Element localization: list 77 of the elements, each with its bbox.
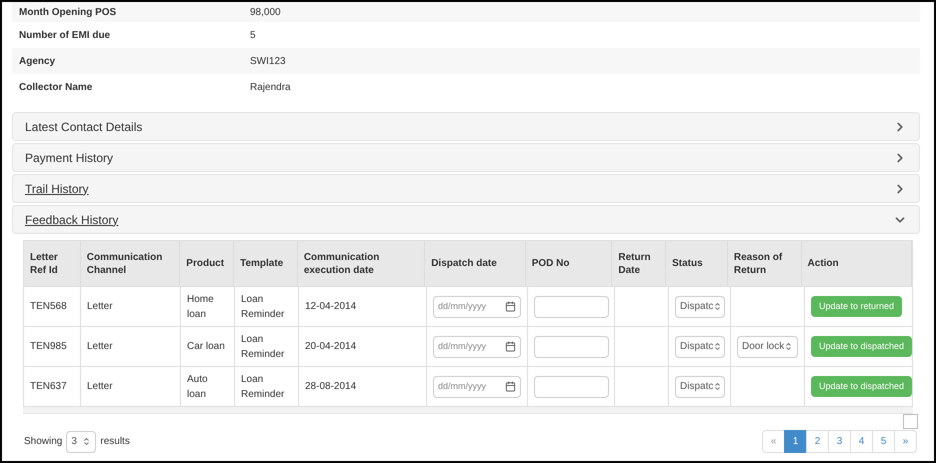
page-link[interactable]: 2	[806, 430, 829, 453]
table-cell-text: Loan Reminder	[241, 332, 286, 362]
panel-title: Latest Contact Details	[25, 118, 142, 136]
detail-value: Rajendra	[250, 80, 291, 94]
accordion-header[interactable]: Feedback History	[12, 205, 920, 234]
table-cell-text: Letter	[87, 380, 113, 394]
column-header: Template	[240, 257, 284, 270]
accordion-header[interactable]: Latest Contact Details	[12, 112, 920, 141]
detail-value: SWI123	[250, 54, 286, 68]
date-placeholder: dd/mm/yyyy	[438, 340, 486, 353]
column-header: Dispatch date	[431, 257, 497, 270]
date-field[interactable]: dd/mm/yyyy	[433, 376, 521, 398]
resize-handle-icon[interactable]	[903, 414, 918, 429]
table-cell-text: TEN985	[30, 340, 67, 354]
table-cell-text: Auto loan	[187, 372, 209, 402]
column-header: Action	[808, 257, 839, 270]
detail-label: Number of EMI due	[18, 28, 112, 42]
update-button[interactable]: Update to dispatched	[811, 376, 912, 397]
next-page-link[interactable]: »	[894, 430, 917, 453]
calendar-icon	[505, 381, 516, 392]
up-down-icon	[713, 382, 722, 391]
page-size-select[interactable]: 3	[66, 430, 96, 452]
table-cell-text: Home loan	[187, 292, 215, 322]
column-header: Communication Channel	[86, 250, 164, 276]
detail-label: Month Opening POS	[18, 6, 118, 20]
reason-select[interactable]: Door lock	[737, 336, 798, 358]
panel-title: Feedback History	[25, 212, 118, 228]
panel-title: Payment History	[25, 150, 114, 166]
calendar-icon	[505, 341, 516, 352]
column-header: Product	[186, 257, 224, 270]
table-cell-text: 20-04-2014	[305, 340, 356, 354]
column-header: Letter Ref Id	[30, 250, 59, 276]
table-cell-text: TEN637	[30, 380, 67, 394]
detail-value: 98,000	[250, 6, 281, 20]
table-cell-text: Letter	[87, 300, 113, 314]
status-select[interactable]: Dispatc	[675, 296, 725, 318]
up-down-icon	[713, 302, 722, 311]
detail-label: Agency	[18, 54, 56, 68]
pod-input-field[interactable]	[534, 296, 609, 318]
page-link[interactable]: 4	[850, 430, 873, 453]
page-link[interactable]: 5	[872, 430, 895, 453]
pod-input-field[interactable]	[534, 336, 609, 358]
pod-input-field[interactable]	[534, 376, 609, 398]
detail-label: Collector Name	[18, 80, 94, 94]
horizontal-scrollbar[interactable]	[23, 407, 913, 414]
column-header: Communication execution date	[304, 250, 380, 276]
accordion-header[interactable]: Trail History	[12, 174, 920, 203]
date-field[interactable]: dd/mm/yyyy	[433, 296, 521, 318]
column-header: Reason of Return	[734, 250, 784, 276]
table-cell-text: Letter	[87, 340, 113, 354]
status-select[interactable]: Dispatc	[675, 376, 725, 398]
column-header: POD No	[532, 257, 570, 270]
up-down-icon	[784, 342, 794, 351]
table-cell-text: Loan Reminder	[241, 372, 286, 402]
page-link[interactable]: 3	[828, 430, 851, 453]
showing-label: Showing	[24, 435, 62, 449]
update-button[interactable]: Update to dispatched	[811, 336, 912, 357]
up-down-icon	[713, 342, 722, 351]
calendar-icon	[505, 301, 516, 312]
panel-title: Trail History	[25, 180, 89, 198]
update-button[interactable]: Update to returned	[811, 296, 902, 317]
table-cell-text: TEN568	[30, 300, 67, 314]
up-down-icon	[82, 437, 92, 446]
table-cell-text: 28-08-2014	[305, 380, 356, 394]
status-select[interactable]: Dispatc	[675, 336, 725, 358]
detail-value: 5	[250, 28, 256, 42]
table-cell-text: Loan Reminder	[241, 292, 286, 322]
column-header: Return Date	[618, 250, 652, 276]
column-header: Status	[672, 257, 703, 270]
table-cell-text: Car loan	[187, 340, 225, 354]
table-cell-text: 12-04-2014	[305, 300, 356, 314]
page-link[interactable]: 1	[784, 430, 807, 453]
date-placeholder: dd/mm/yyyy	[438, 380, 486, 393]
date-field[interactable]: dd/mm/yyyy	[433, 336, 521, 358]
results-label: results	[100, 435, 130, 449]
accordion-header[interactable]: Payment History	[12, 143, 920, 172]
date-placeholder: dd/mm/yyyy	[438, 300, 486, 313]
